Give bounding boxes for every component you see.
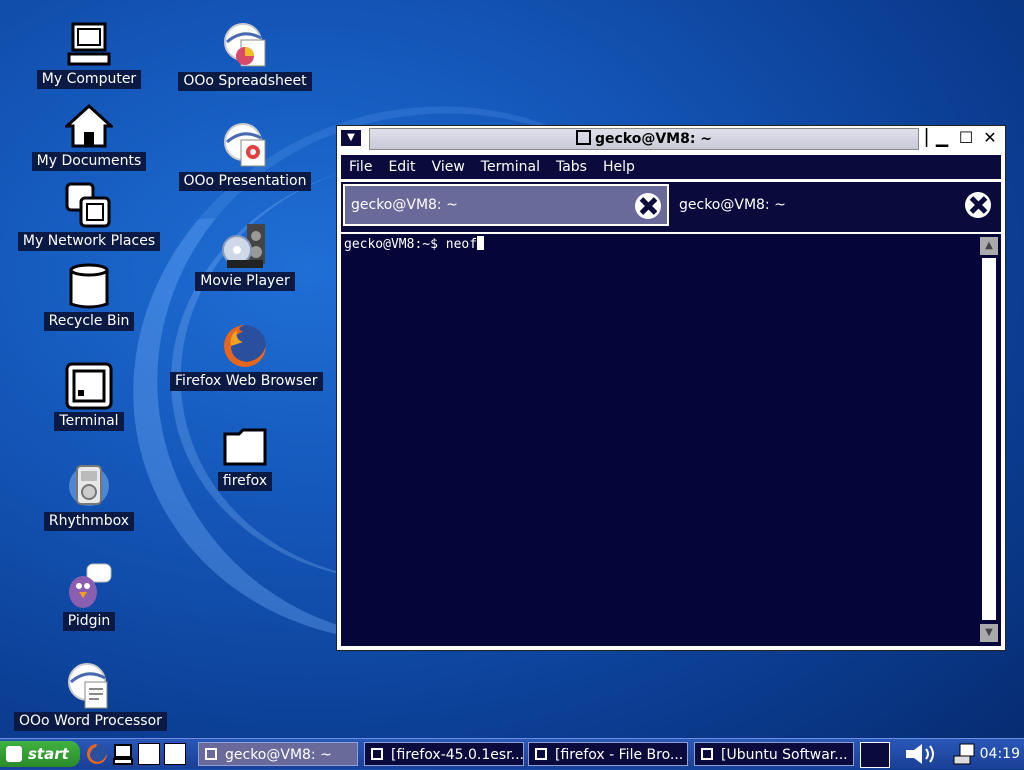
trash-icon (65, 262, 113, 310)
desktop-icon-label: My Documents (31, 152, 147, 171)
menu-file[interactable]: File (341, 155, 380, 179)
menu-tabs[interactable]: Tabs (548, 155, 595, 179)
desktop-icon-label: Movie Player (195, 272, 295, 291)
task-gecko-terminal[interactable]: gecko@VM8: ~ (198, 742, 358, 766)
presentation-icon (221, 122, 269, 170)
desktop-icon-label: OOo Word Processor (14, 712, 167, 731)
maximize-button[interactable]: ☐ (957, 129, 975, 147)
music-icon (65, 462, 113, 510)
desktop-icon-pidgin[interactable]: Pidgin (14, 562, 164, 631)
desktop-icon-label: Pidgin (62, 612, 116, 631)
terminal-window[interactable]: ▼ gecko@VM8: ~ ▏ ▁ ☐ ✕ File Edit View Termi… (336, 125, 1006, 651)
desktop-icon-label: OOo Spreadsheet (178, 72, 312, 91)
menu-help[interactable]: Help (595, 155, 643, 179)
show-desktop-icon[interactable] (138, 743, 160, 765)
scroll-down-icon[interactable]: ▼ (980, 624, 998, 642)
desktop-icon-label: My Network Places (17, 232, 161, 251)
window-title[interactable]: gecko@VM8: ~ (369, 128, 919, 150)
spreadsheet-icon (221, 22, 269, 70)
window-menu-button[interactable]: ▼ (341, 130, 361, 146)
task-file-browser[interactable]: [firefox - File Bro... (528, 742, 688, 766)
task-label: gecko@VM8: ~ (225, 747, 332, 763)
desktop-icon-label: Rhythmbox (43, 512, 135, 531)
tab-2[interactable]: gecko@VM8: ~ (677, 184, 999, 226)
computer-icon (65, 20, 113, 68)
desktop-icon-movie-player[interactable]: Movie Player (170, 222, 320, 291)
menubar: File Edit View Terminal Tabs Help (341, 153, 1001, 179)
desktop-icon-firefox-web-browser[interactable]: Firefox Web Browser (170, 322, 323, 391)
desktop-icon-my-network-places[interactable]: My Network Places (14, 182, 164, 251)
task-firefox-archive[interactable]: [firefox-45.0.1esr... (364, 742, 524, 766)
window-title-text: gecko@VM8: ~ (594, 131, 713, 147)
desktop-icon-label: firefox (217, 472, 273, 491)
package-icon (371, 748, 383, 760)
minimize-button[interactable]: ▁ (933, 129, 951, 147)
desktop-icon-ooo-spreadsheet[interactable]: OOo Spreadsheet (170, 22, 320, 91)
home-icon (63, 102, 115, 150)
menu-edit[interactable]: Edit (380, 155, 423, 179)
scrollbar-track[interactable] (982, 258, 996, 620)
task-label: [firefox-45.0.1esr... (391, 747, 524, 763)
computer-quicklaunch-icon[interactable] (112, 743, 134, 765)
close-tab-icon[interactable] (965, 192, 991, 218)
firefox-icon (221, 322, 269, 370)
pidgin-icon (65, 562, 113, 610)
terminal-quicklaunch-icon[interactable] (164, 743, 186, 765)
terminal-tray-icon[interactable] (860, 742, 890, 768)
desktop-icon-recycle-bin[interactable]: Recycle Bin (14, 262, 164, 331)
desktop-icon-label: Firefox Web Browser (170, 372, 323, 391)
tab-label: gecko@VM8: ~ (679, 197, 786, 213)
writer-icon (65, 662, 113, 710)
software-icon (701, 748, 713, 760)
tab-label: gecko@VM8: ~ (351, 197, 458, 213)
desktop-icon-firefox-folder[interactable]: firefox (170, 422, 320, 491)
terminal-command: neof (445, 237, 478, 252)
desktop-icon-rhythmbox[interactable]: Rhythmbox (14, 462, 164, 531)
desktop-icon-ooo-word-processor[interactable]: OOo Word Processor (14, 662, 167, 731)
tab-bar: gecko@VM8: ~ gecko@VM8: ~ (341, 182, 1001, 232)
network-status-icon[interactable] (952, 742, 978, 766)
start-flag-icon (6, 746, 22, 762)
task-label: [firefox - File Bro... (555, 747, 684, 763)
close-button[interactable]: ✕ (981, 129, 999, 147)
text-cursor (477, 236, 485, 250)
terminal-icon (575, 130, 591, 145)
tab-1[interactable]: gecko@VM8: ~ (343, 184, 669, 226)
terminal-icon (205, 748, 217, 760)
firefox-quicklaunch-icon[interactable] (86, 743, 108, 765)
volume-icon[interactable] (904, 742, 944, 766)
desktop-icon-label: Recycle Bin (43, 312, 135, 331)
desktop-icon-label: My Computer (36, 70, 142, 89)
start-label: start (28, 745, 69, 763)
desktop-icon-ooo-presentation[interactable]: OOo Presentation (170, 122, 320, 191)
clock[interactable]: 04:19 (980, 739, 1020, 769)
desktop-icon-my-documents[interactable]: My Documents (14, 102, 164, 171)
folder-icon (221, 422, 269, 470)
close-tab-icon[interactable] (635, 193, 661, 219)
desktop-icon-label: Terminal (54, 412, 124, 431)
taskbar: start gecko@VM8: ~ [firefox-45.0.1esr...… (0, 738, 1024, 769)
scrollbar[interactable]: ▲ ▼ (977, 234, 1001, 646)
menu-view[interactable]: View (424, 155, 473, 179)
task-ubuntu-software[interactable]: [Ubuntu Softwar... (694, 742, 854, 766)
desktop-icon-my-computer[interactable]: My Computer (14, 20, 164, 89)
window-titlebar[interactable]: ▼ gecko@VM8: ~ ▏ ▁ ☐ ✕ (337, 126, 1005, 150)
movie-icon (221, 222, 269, 270)
desktop-icon-terminal[interactable]: Terminal (14, 362, 164, 431)
task-label: [Ubuntu Softwar... (721, 747, 848, 763)
terminal-icon (65, 362, 113, 410)
terminal-area[interactable]: gecko@VM8:~$ neof (341, 234, 977, 646)
terminal-prompt: gecko@VM8:~$ (344, 237, 446, 252)
scroll-up-icon[interactable]: ▲ (980, 237, 998, 255)
start-button[interactable]: start (0, 741, 80, 767)
desktop-icon-label: OOo Presentation (178, 172, 312, 191)
menu-terminal[interactable]: Terminal (473, 155, 548, 179)
folder-icon (535, 748, 547, 760)
network-icon (65, 182, 113, 230)
